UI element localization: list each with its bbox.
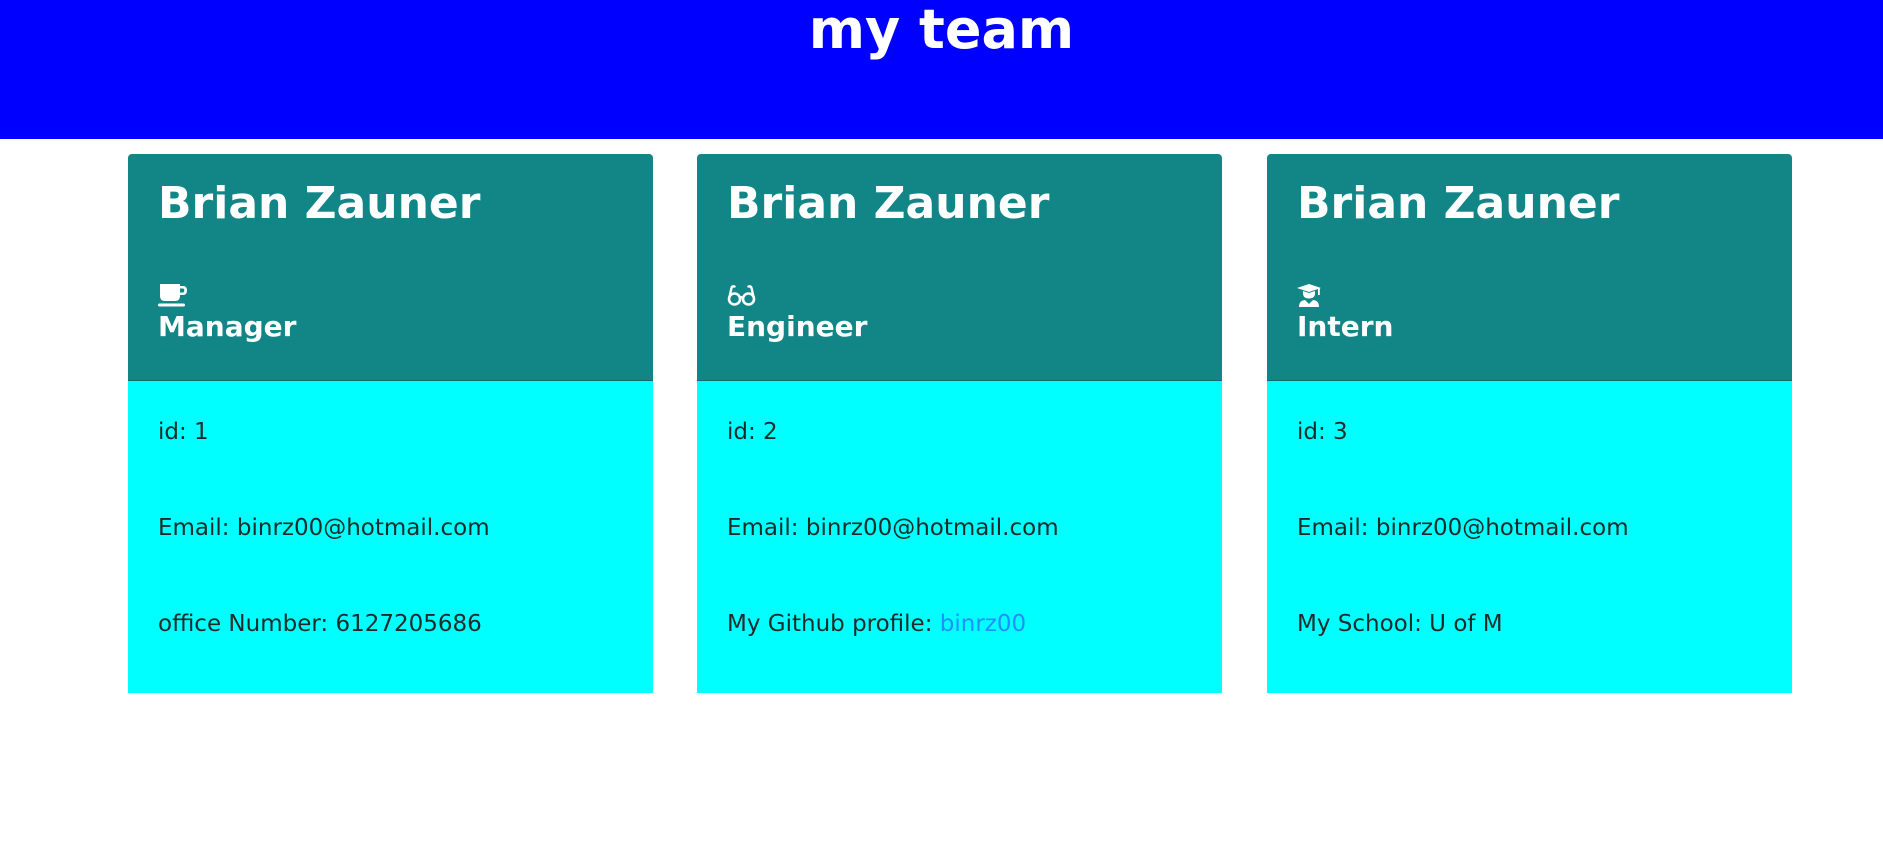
card-header: Brian Zauner Intern <box>1267 154 1792 381</box>
employee-name: Brian Zauner <box>158 178 481 229</box>
employee-email: Email: binrz00@hotmail.com <box>727 515 1059 541</box>
employee-email: Email: binrz00@hotmail.com <box>1297 515 1629 541</box>
employee-role: Intern <box>1297 310 1394 343</box>
coffee-icon <box>158 282 188 308</box>
github-profile: My Github profile: binrz00 <box>727 609 1026 639</box>
school: My School: U of M <box>1297 611 1503 637</box>
employee-role: Engineer <box>727 310 868 343</box>
graduate-icon <box>1297 282 1327 308</box>
office-number: office Number: 6127205686 <box>158 611 482 637</box>
employee-id: id: 2 <box>727 419 778 445</box>
employee-role: Manager <box>158 310 297 343</box>
github-label: My Github profile: <box>727 611 940 637</box>
employee-name: Brian Zauner <box>727 178 1050 229</box>
employee-name: Brian Zauner <box>1297 178 1620 229</box>
card-body: id: 1 Email: binrz00@hotmail.com office … <box>128 381 653 693</box>
github-link[interactable]: binrz00 <box>940 611 1026 637</box>
employee-id: id: 1 <box>158 419 209 445</box>
page-title: my team <box>808 0 1075 61</box>
card-body: id: 3 Email: binrz00@hotmail.com My Scho… <box>1267 381 1792 693</box>
card-header: Brian Zauner Engineer <box>697 154 1222 381</box>
employee-card-manager: Brian Zauner Manager id: 1 Email: binrz0… <box>128 154 653 693</box>
employee-email: Email: binrz00@hotmail.com <box>158 515 490 541</box>
card-body: id: 2 Email: binrz00@hotmail.com My Gith… <box>697 381 1222 693</box>
employee-card-intern: Brian Zauner Intern id: 3 Email: binrz00… <box>1267 154 1792 693</box>
page-header: my team <box>0 0 1883 139</box>
employee-id: id: 3 <box>1297 419 1348 445</box>
glasses-icon <box>727 282 757 308</box>
card-header: Brian Zauner Manager <box>128 154 653 381</box>
employee-card-engineer: Brian Zauner Engineer id: 2 Email: binrz… <box>697 154 1222 693</box>
